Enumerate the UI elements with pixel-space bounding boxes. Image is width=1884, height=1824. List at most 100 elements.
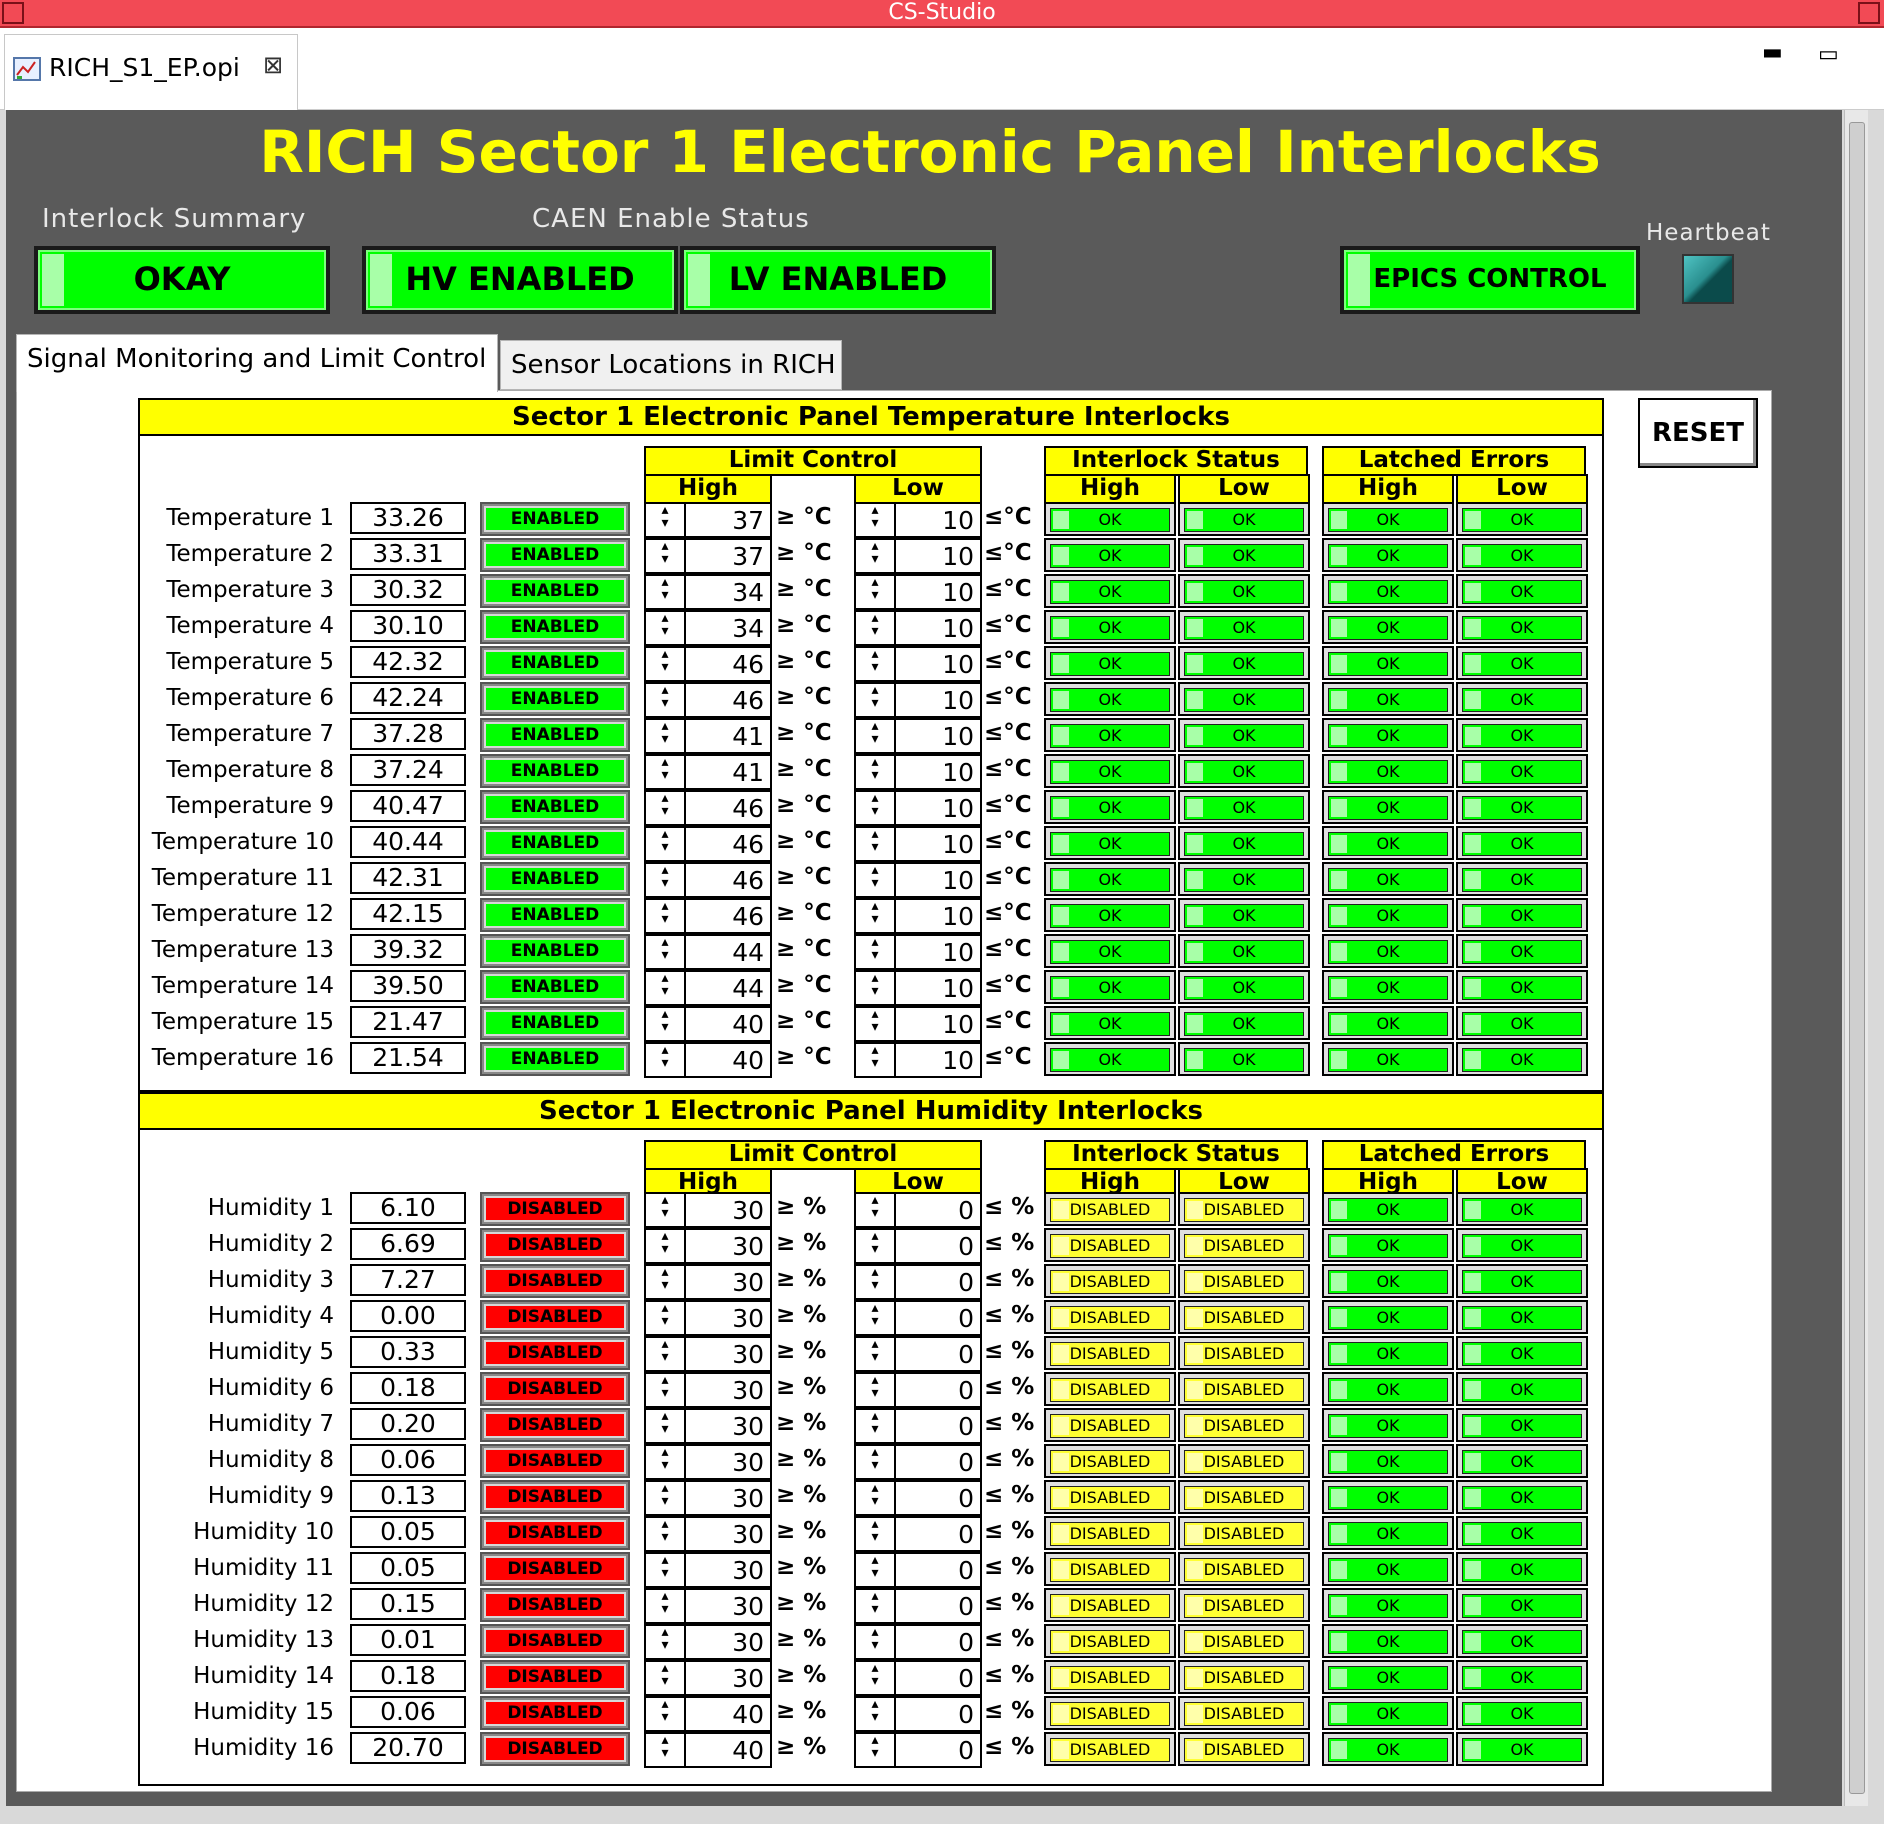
high-limit-value[interactable]: 30 — [686, 1662, 764, 1696]
hum-enable-toggle[interactable]: DISABLED — [480, 1480, 630, 1514]
spinner-arrows-icon[interactable]: ▴ ▾ — [856, 1007, 896, 1040]
minimize-icon[interactable]: ▬ — [1762, 40, 1783, 65]
spinner-arrows-icon[interactable]: ▴ ▾ — [856, 1373, 896, 1406]
hum-enable-toggle[interactable]: DISABLED — [480, 1300, 630, 1334]
hum-enable-toggle[interactable]: DISABLED — [480, 1444, 630, 1478]
temp-low-limit-spinner[interactable]: ▴ ▾ 10 — [854, 610, 982, 646]
high-limit-value[interactable]: 41 — [686, 720, 764, 754]
hum-high-limit-spinner[interactable]: ▴ ▾ 30 — [644, 1336, 772, 1372]
hum-enable-toggle[interactable]: DISABLED — [480, 1264, 630, 1298]
hum-high-limit-spinner[interactable]: ▴ ▾ 30 — [644, 1300, 772, 1336]
spinner-arrows-icon[interactable]: ▴ ▾ — [856, 539, 896, 572]
high-limit-value[interactable]: 30 — [686, 1518, 764, 1552]
temp-low-limit-spinner[interactable]: ▴ ▾ 10 — [854, 862, 982, 898]
high-limit-value[interactable]: 30 — [686, 1482, 764, 1516]
vertical-scrollbar[interactable] — [1844, 110, 1868, 1806]
spinner-arrows-icon[interactable]: ▴ ▾ — [646, 1517, 686, 1550]
hum-high-limit-spinner[interactable]: ▴ ▾ 30 — [644, 1588, 772, 1624]
temp-low-limit-spinner[interactable]: ▴ ▾ 10 — [854, 502, 982, 538]
temp-enable-toggle[interactable]: ENABLED — [480, 610, 630, 644]
temp-high-limit-spinner[interactable]: ▴ ▾ 34 — [644, 610, 772, 646]
low-limit-value[interactable]: 0 — [896, 1194, 974, 1228]
temp-enable-toggle[interactable]: ENABLED — [480, 898, 630, 932]
temp-enable-toggle[interactable]: ENABLED — [480, 718, 630, 752]
low-limit-value[interactable]: 10 — [896, 792, 974, 826]
high-limit-value[interactable]: 34 — [686, 612, 764, 646]
hum-low-limit-spinner[interactable]: ▴ ▾ 0 — [854, 1696, 982, 1732]
spinner-arrows-icon[interactable]: ▴ ▾ — [856, 1265, 896, 1298]
spinner-arrows-icon[interactable]: ▴ ▾ — [646, 539, 686, 572]
low-limit-value[interactable]: 10 — [896, 828, 974, 862]
temp-enable-toggle[interactable]: ENABLED — [480, 538, 630, 572]
low-limit-value[interactable]: 0 — [896, 1482, 974, 1516]
spinner-arrows-icon[interactable]: ▴ ▾ — [646, 971, 686, 1004]
spinner-arrows-icon[interactable]: ▴ ▾ — [856, 1229, 896, 1262]
spinner-arrows-icon[interactable]: ▴ ▾ — [646, 647, 686, 680]
low-limit-value[interactable]: 0 — [896, 1338, 974, 1372]
high-limit-value[interactable]: 30 — [686, 1374, 764, 1408]
hum-low-limit-spinner[interactable]: ▴ ▾ 0 — [854, 1372, 982, 1408]
high-limit-value[interactable]: 40 — [686, 1044, 764, 1078]
hum-high-limit-spinner[interactable]: ▴ ▾ 30 — [644, 1264, 772, 1300]
hum-low-limit-spinner[interactable]: ▴ ▾ 0 — [854, 1660, 982, 1696]
temp-enable-toggle[interactable]: ENABLED — [480, 502, 630, 536]
low-limit-value[interactable]: 10 — [896, 936, 974, 970]
spinner-arrows-icon[interactable]: ▴ ▾ — [856, 1517, 896, 1550]
tab-sensor-locations[interactable]: Sensor Locations in RICH — [500, 340, 842, 390]
spinner-arrows-icon[interactable]: ▴ ▾ — [646, 1553, 686, 1586]
spinner-arrows-icon[interactable]: ▴ ▾ — [856, 1409, 896, 1442]
editor-tab[interactable]: RICH_S1_EP.opi ⊠ — [4, 34, 298, 110]
spinner-arrows-icon[interactable]: ▴ ▾ — [646, 1625, 686, 1658]
hum-enable-toggle[interactable]: DISABLED — [480, 1372, 630, 1406]
hum-high-limit-spinner[interactable]: ▴ ▾ 30 — [644, 1192, 772, 1228]
low-limit-value[interactable]: 10 — [896, 720, 974, 754]
spinner-arrows-icon[interactable]: ▴ ▾ — [856, 863, 896, 896]
hum-low-limit-spinner[interactable]: ▴ ▾ 0 — [854, 1624, 982, 1660]
spinner-arrows-icon[interactable]: ▴ ▾ — [646, 827, 686, 860]
spinner-arrows-icon[interactable]: ▴ ▾ — [856, 755, 896, 788]
temp-enable-toggle[interactable]: ENABLED — [480, 1006, 630, 1040]
temp-enable-toggle[interactable]: ENABLED — [480, 862, 630, 896]
spinner-arrows-icon[interactable]: ▴ ▾ — [856, 1301, 896, 1334]
low-limit-value[interactable]: 0 — [896, 1662, 974, 1696]
hum-enable-toggle[interactable]: DISABLED — [480, 1624, 630, 1658]
spinner-arrows-icon[interactable]: ▴ ▾ — [856, 1337, 896, 1370]
hum-enable-toggle[interactable]: DISABLED — [480, 1192, 630, 1226]
spinner-arrows-icon[interactable]: ▴ ▾ — [856, 1733, 896, 1766]
temp-enable-toggle[interactable]: ENABLED — [480, 790, 630, 824]
high-limit-value[interactable]: 41 — [686, 756, 764, 790]
spinner-arrows-icon[interactable]: ▴ ▾ — [856, 503, 896, 536]
temp-low-limit-spinner[interactable]: ▴ ▾ 10 — [854, 970, 982, 1006]
spinner-arrows-icon[interactable]: ▴ ▾ — [856, 647, 896, 680]
high-limit-value[interactable]: 30 — [686, 1302, 764, 1336]
maximize-icon[interactable]: ▭ — [1818, 42, 1839, 67]
spinner-arrows-icon[interactable]: ▴ ▾ — [646, 1697, 686, 1730]
temp-high-limit-spinner[interactable]: ▴ ▾ 46 — [644, 898, 772, 934]
spinner-arrows-icon[interactable]: ▴ ▾ — [646, 755, 686, 788]
temp-low-limit-spinner[interactable]: ▴ ▾ 10 — [854, 790, 982, 826]
low-limit-value[interactable]: 0 — [896, 1626, 974, 1660]
spinner-arrows-icon[interactable]: ▴ ▾ — [646, 719, 686, 752]
hum-high-limit-spinner[interactable]: ▴ ▾ 30 — [644, 1516, 772, 1552]
temp-low-limit-spinner[interactable]: ▴ ▾ 10 — [854, 898, 982, 934]
spinner-arrows-icon[interactable]: ▴ ▾ — [646, 1409, 686, 1442]
low-limit-value[interactable]: 0 — [896, 1698, 974, 1732]
spinner-arrows-icon[interactable]: ▴ ▾ — [646, 935, 686, 968]
hum-low-limit-spinner[interactable]: ▴ ▾ 0 — [854, 1444, 982, 1480]
hum-high-limit-spinner[interactable]: ▴ ▾ 30 — [644, 1624, 772, 1660]
hum-enable-toggle[interactable]: DISABLED — [480, 1660, 630, 1694]
high-limit-value[interactable]: 40 — [686, 1698, 764, 1732]
temp-high-limit-spinner[interactable]: ▴ ▾ 37 — [644, 502, 772, 538]
high-limit-value[interactable]: 30 — [686, 1194, 764, 1228]
low-limit-value[interactable]: 10 — [896, 1044, 974, 1078]
hum-high-limit-spinner[interactable]: ▴ ▾ 30 — [644, 1660, 772, 1696]
hum-enable-toggle[interactable]: DISABLED — [480, 1336, 630, 1370]
spinner-arrows-icon[interactable]: ▴ ▾ — [856, 1481, 896, 1514]
low-limit-value[interactable]: 0 — [896, 1734, 974, 1768]
low-limit-value[interactable]: 10 — [896, 612, 974, 646]
spinner-arrows-icon[interactable]: ▴ ▾ — [646, 1337, 686, 1370]
temp-low-limit-spinner[interactable]: ▴ ▾ 10 — [854, 934, 982, 970]
spinner-arrows-icon[interactable]: ▴ ▾ — [856, 611, 896, 644]
temp-high-limit-spinner[interactable]: ▴ ▾ 37 — [644, 538, 772, 574]
spinner-arrows-icon[interactable]: ▴ ▾ — [646, 863, 686, 896]
